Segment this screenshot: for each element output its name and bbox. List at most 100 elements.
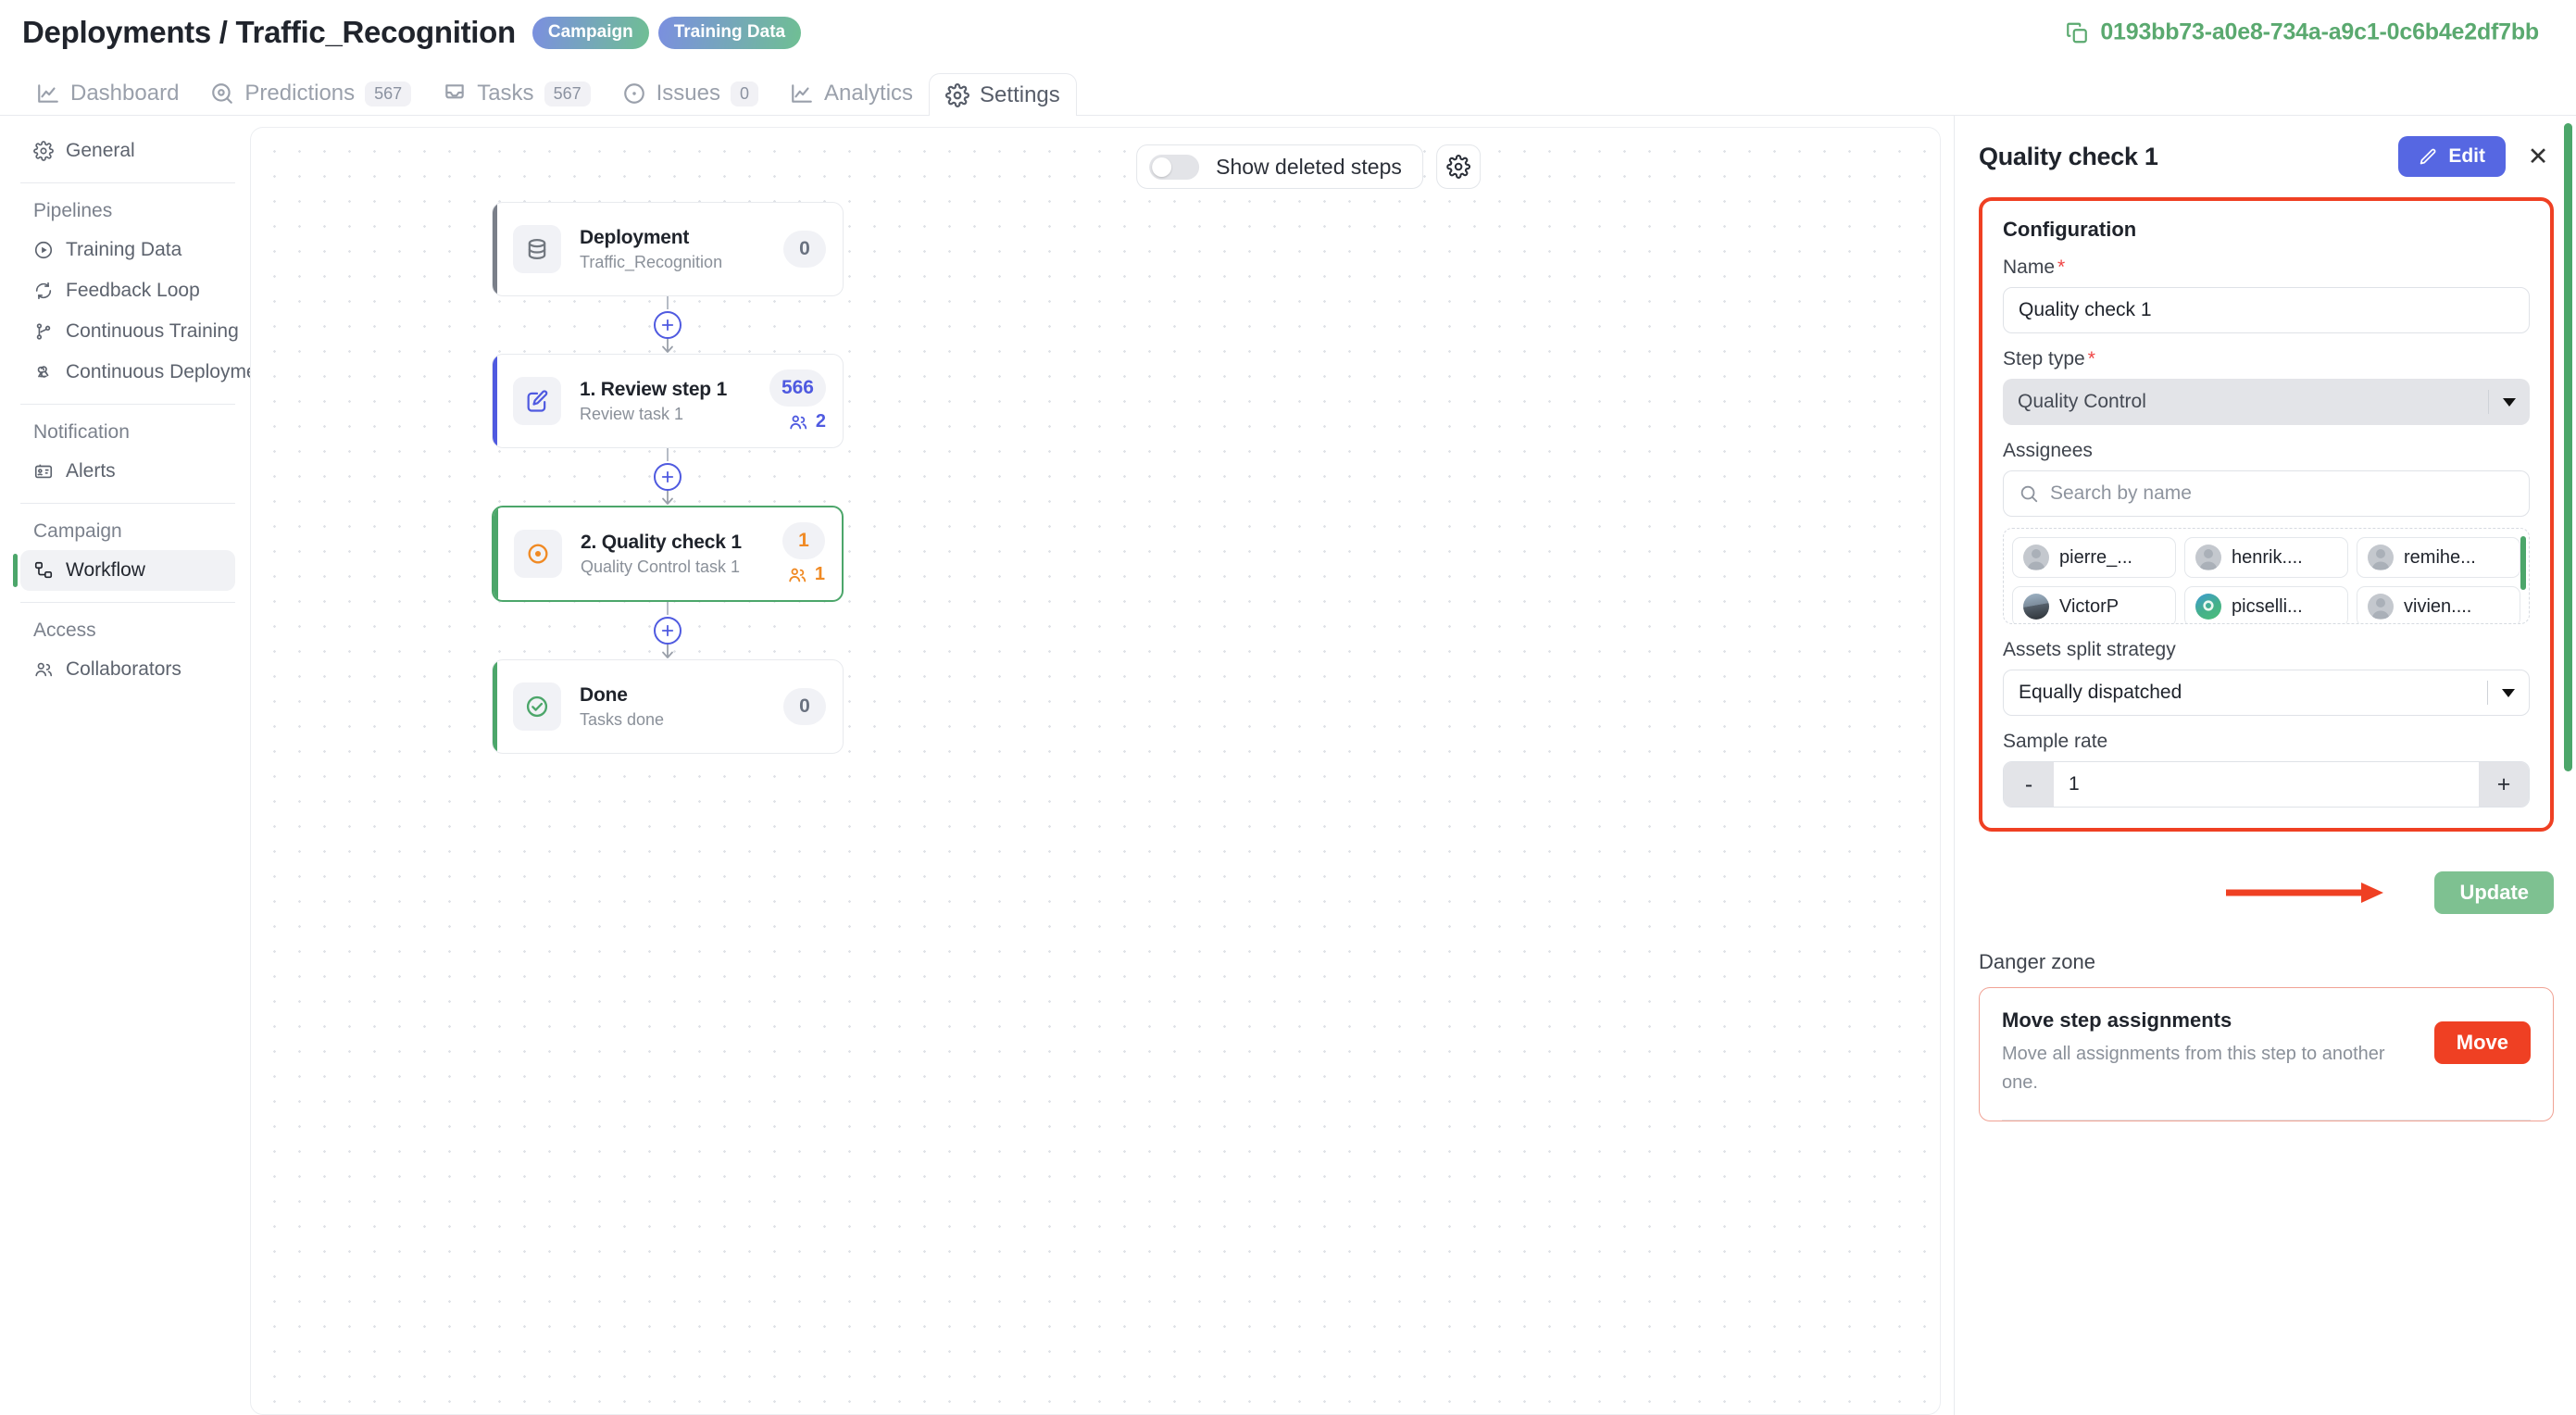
tab-count: 567 [544,81,591,106]
assignee-chip[interactable]: vivien.... [2357,586,2520,623]
sidebar-item-feedback-loop[interactable]: Feedback Loop [20,270,235,311]
step-count-badge: 1 [782,522,825,559]
deployment-id[interactable]: 0193bb73-a0e8-734a-a9c1-0c6b4e2df7bb [2065,19,2539,46]
tab-settings[interactable]: Settings [929,73,1077,116]
assignee-chip[interactable]: henrik.... [2184,537,2348,578]
assignee-chip[interactable]: pierre_... [2012,537,2176,578]
workflow-step-deployment[interactable]: Deployment Traffic_Recognition 0 [492,202,844,296]
step-accent-bar [494,507,498,600]
danger-item-move-step-assignments: Move step assignments Move all assignmen… [2002,1008,2531,1097]
required-asterisk: * [2057,257,2066,278]
danger-item-title: Move step assignments [2002,1008,2232,1032]
badge-campaign: Campaign [531,16,649,49]
step-connector [492,296,844,354]
tab-dashboard[interactable]: Dashboard [20,72,194,115]
inbox-icon [445,84,464,99]
sidebar-divider [20,602,235,603]
sidebar-item-label: Continuous Training [66,320,239,342]
assignees-field-label: Assignees [2003,440,2093,461]
tab-predictions[interactable]: Predictions 567 [194,72,427,115]
tab-label: Predictions [244,81,356,106]
canvas-settings-button[interactable] [1435,144,1481,189]
sidebar-item-label: Collaborators [66,658,181,680]
name-input[interactable]: Quality check 1 [2003,287,2530,333]
assignee-count-value: 2 [815,411,826,432]
tab-issues[interactable]: Issues 0 [606,72,774,115]
step-accent-bar [493,355,497,447]
top-bar: Deployments / Traffic_Recognition Campai… [0,0,2576,65]
sidebar-item-alerts[interactable]: Alerts [20,451,235,492]
update-button[interactable]: Update [2434,871,2554,914]
step-title: Done [580,683,628,706]
show-deleted-steps-toggle[interactable]: Show deleted steps [1136,144,1423,189]
sample-rate-value[interactable]: 1 [2054,762,2479,807]
sidebar-item-collaborators[interactable]: Collaborators [20,649,235,690]
danger-divider [2002,1120,2531,1121]
users-icon [789,568,807,582]
sidebar-item-continuous-deployment[interactable]: Continuous Deployment [20,352,273,393]
step-metrics: 0 [783,688,826,725]
assignee-chip[interactable]: remihe... [2357,537,2520,578]
step-accent-bar [493,660,497,753]
sample-rate-increment-button[interactable]: + [2479,762,2529,807]
workflow-steps: Deployment Traffic_Recognition 0 1. Revi… [492,202,844,754]
sidebar-divider [20,503,235,504]
panel-header: Quality check 1 Edit ✕ [1979,136,2554,177]
breadcrumb: Deployments / Traffic_Recognition [22,15,516,49]
sample-rate-stepper[interactable]: - 1 + [2003,761,2530,808]
workflow-canvas-wrap: Show deleted steps Deployment Traffic_Re… [250,116,1954,1415]
step-subtitle: Traffic_Recognition [580,252,723,271]
toggle-switch[interactable] [1149,154,1200,180]
assignees-scrollbar[interactable] [2520,536,2526,590]
step-subtitle: Tasks done [580,709,665,729]
sidebar-item-continuous-training[interactable]: Continuous Training [20,311,239,352]
deployment-id-text: 0193bb73-a0e8-734a-a9c1-0c6b4e2df7bb [2100,19,2539,45]
assignee-chip[interactable]: VictorP [2012,586,2176,623]
sidebar-item-general[interactable]: General [20,131,235,171]
split-strategy-select[interactable]: Equally dispatched [2003,670,2530,716]
sample-rate-decrement-button[interactable]: - [2004,762,2054,807]
assignees-search-input[interactable] [2050,482,2514,505]
connector-line [667,602,669,615]
tab-analytics[interactable]: Analytics [774,72,929,115]
sidebar-item-training-data[interactable]: Training Data [20,230,235,270]
workflow-step-review-step-1[interactable]: 1. Review step 1 Review task 1 566 2 [492,354,844,448]
tab-label: Issues [656,81,720,106]
tab-bar: Dashboard Predictions 567 Tasks 567 Issu… [0,65,2576,116]
sidebar-item-label: General [66,140,135,161]
add-step-button[interactable] [654,311,682,339]
gear-icon [33,141,54,161]
avatar [2195,594,2221,620]
move-button[interactable]: Move [2433,1021,2531,1064]
tab-tasks[interactable]: Tasks 567 [427,72,606,115]
target-icon [212,83,233,104]
chart-line-icon [38,84,58,103]
avatar [2023,594,2049,620]
sidebar-item-workflow[interactable]: Workflow [13,550,235,591]
add-step-button[interactable] [654,463,682,491]
sidebar-divider [20,404,235,405]
name-input-value: Quality check 1 [2019,299,2152,320]
sidebar-group-pipelines: Pipelines [33,200,113,221]
assignee-count-value: 1 [814,564,825,584]
toggle-label: Show deleted steps [1216,154,1402,179]
assignee-chip[interactable]: picselli... [2184,586,2348,623]
copy-icon[interactable] [2065,20,2089,44]
connector-line [667,296,669,309]
workflow-canvas[interactable]: Show deleted steps Deployment Traffic_Re… [250,127,1941,1415]
edit-button[interactable]: Edit [2398,136,2506,177]
panel-scrollbar[interactable] [2564,123,2572,771]
avatar [2368,594,2394,620]
step-metrics: 1 1 [782,522,825,585]
workflow-step-quality-check-1[interactable]: 2. Quality check 1 Quality Control task … [492,506,844,602]
database-icon [513,225,561,273]
tab-label: Analytics [824,81,914,106]
connector-line [667,448,669,461]
step-assignee-count: 2 [788,411,826,432]
workflow-step-done[interactable]: Done Tasks done 0 [492,659,844,754]
assignees-search-box[interactable] [2003,470,2530,517]
close-panel-button[interactable]: ✕ [2522,141,2554,172]
assignees-list[interactable]: pierre_... henrik.... remihe... VictorP [2003,528,2530,624]
step-type-select[interactable]: Quality Control [2003,379,2530,425]
add-step-button[interactable] [654,617,682,645]
